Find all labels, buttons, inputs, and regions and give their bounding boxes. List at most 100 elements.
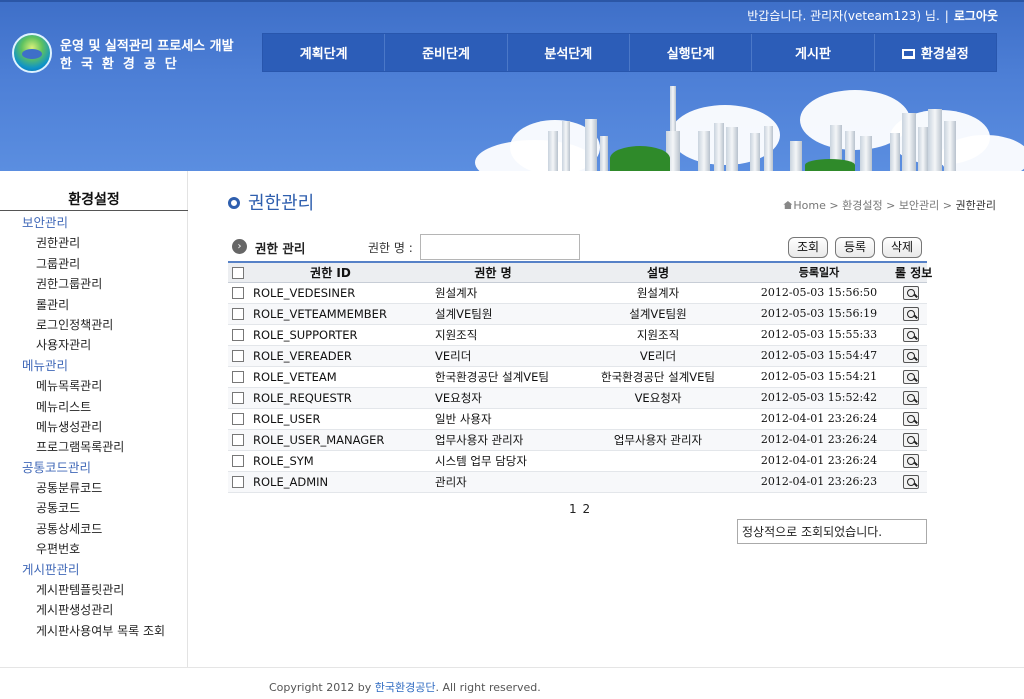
auth-name-input[interactable] <box>420 234 580 260</box>
sidebar-item-program-list[interactable]: 프로그램목록관리 <box>0 437 188 457</box>
sidebar-group-board[interactable]: 게시판관리 <box>0 560 188 580</box>
logo[interactable]: 운영 및 실적관리 프로세스 개발 한국환경공단 <box>12 31 242 79</box>
row-checkbox[interactable] <box>232 455 244 467</box>
cell-reg-date: 2012-04-01 23:26:24 <box>743 408 895 430</box>
magnifier-icon[interactable] <box>903 432 919 447</box>
breadcrumb-sep: > <box>829 199 839 212</box>
copyright: Copyright 2012 by 한국환경공단. All right rese… <box>269 679 541 695</box>
nav-analysis-label: 분석단계 <box>544 47 593 62</box>
magnifier-icon[interactable] <box>903 453 919 468</box>
role-info-cell <box>895 282 927 304</box>
sidebar-item-auth[interactable]: 권한관리 <box>0 233 188 253</box>
nav-settings-label: 환경설정 <box>920 47 969 62</box>
page-link-1[interactable]: 1 <box>569 502 577 516</box>
cell-reg-date: 2012-05-03 15:52:42 <box>743 387 895 409</box>
row-checkbox[interactable] <box>232 350 244 362</box>
role-info-cell <box>895 429 927 451</box>
breadcrumb-security[interactable]: 보안관리 <box>899 199 939 212</box>
row-checkbox[interactable] <box>232 434 244 446</box>
nav-settings[interactable]: 환경설정 <box>875 34 996 71</box>
row-checkbox[interactable] <box>232 329 244 341</box>
magnifier-icon[interactable] <box>903 285 919 300</box>
row-checkbox[interactable] <box>232 392 244 404</box>
table-row[interactable]: ROLE_VETEAMMEMBER 설계VE팀원 설계VE팀원 2012-05-03 … <box>228 303 927 325</box>
search-button[interactable]: 조회 <box>788 237 829 258</box>
role-info-cell <box>895 345 927 367</box>
magnifier-icon[interactable] <box>903 306 919 321</box>
nav-execute[interactable]: 실행단계 <box>630 34 753 71</box>
table-row[interactable]: ROLE_ADMIN 관리자 2012-04-01 23:26:23 <box>228 471 927 493</box>
sidebar-item-menu-list-manage[interactable]: 메뉴목록관리 <box>0 376 188 396</box>
select-all-checkbox-cell <box>228 261 248 283</box>
sidebar-item-board-usage[interactable]: 게시판사용여부 목록 조회 <box>0 621 188 641</box>
col-reg-date: 등록일자 <box>743 261 895 283</box>
breadcrumb-home[interactable]: Home <box>793 199 825 212</box>
magnifier-icon[interactable] <box>903 474 919 489</box>
util-separator: | <box>944 9 949 23</box>
sidebar: 환경설정 보안관리 권한관리 그룹관리 권한그룹관리 롤관리 로그인정책관리 사… <box>0 171 188 667</box>
nav-prepare[interactable]: 준비단계 <box>385 34 508 71</box>
row-checkbox[interactable] <box>232 371 244 383</box>
row-checkbox[interactable] <box>232 308 244 320</box>
sidebar-item-menu-list[interactable]: 메뉴리스트 <box>0 397 188 417</box>
table-row[interactable]: ROLE_SYM 시스템 업무 담당자 2012-04-01 23:26:24 <box>228 450 927 472</box>
sidebar-item-login-policy[interactable]: 로그인정책관리 <box>0 315 188 335</box>
row-checkbox-cell <box>228 303 248 325</box>
nav-analysis[interactable]: 분석단계 <box>508 34 630 71</box>
role-info-cell <box>895 387 927 409</box>
nav-board[interactable]: 게시판 <box>752 34 875 71</box>
sidebar-item-code-category[interactable]: 공통분류코드 <box>0 478 188 498</box>
magnifier-icon[interactable] <box>903 411 919 426</box>
cell-auth-id: ROLE_VETEAM <box>248 366 413 388</box>
sidebar-item-board-create[interactable]: 게시판생성관리 <box>0 600 188 620</box>
role-info-cell <box>895 324 927 346</box>
sidebar-item-zipcode[interactable]: 우편번호 <box>0 539 188 559</box>
row-checkbox[interactable] <box>232 413 244 425</box>
sidebar-item-group[interactable]: 그룹관리 <box>0 254 188 274</box>
sidebar-item-code[interactable]: 공통코드 <box>0 498 188 518</box>
table-row[interactable]: ROLE_VETEAM 한국환경공단 설계VE팀 한국환경공단 설계VE팀 2012-… <box>228 366 927 388</box>
table-row[interactable]: ROLE_VEREADER VE리더 VE리더 2012-05-03 15:54:47 <box>228 345 927 367</box>
magnifier-icon[interactable] <box>903 348 919 363</box>
cell-reg-date: 2012-05-03 15:54:47 <box>743 345 895 367</box>
cell-auth-name: VE요청자 <box>413 387 573 409</box>
sidebar-item-board-template[interactable]: 게시판템플릿관리 <box>0 580 188 600</box>
table-row[interactable]: ROLE_REQUESTR VE요청자 VE요청자 2012-05-03 15:52:… <box>228 387 927 409</box>
row-checkbox[interactable] <box>232 287 244 299</box>
sidebar-item-auth-group[interactable]: 권한그룹관리 <box>0 274 188 294</box>
table-row[interactable]: ROLE_SUPPORTER 지원조직 지원조직 2012-05-03 15:55:3… <box>228 324 927 346</box>
cell-auth-name: 시스템 업무 담당자 <box>413 450 573 472</box>
breadcrumb-settings[interactable]: 환경설정 <box>842 199 882 212</box>
nav-plan[interactable]: 계획단계 <box>263 34 386 71</box>
row-checkbox-cell <box>228 324 248 346</box>
magnifier-icon[interactable] <box>903 390 919 405</box>
cell-reg-date: 2012-05-03 15:55:33 <box>743 324 895 346</box>
magnifier-icon[interactable] <box>903 369 919 384</box>
sidebar-group-security[interactable]: 보안관리 <box>0 213 188 233</box>
sidebar-item-role[interactable]: 롤관리 <box>0 295 188 315</box>
cell-auth-name: VE리더 <box>413 345 573 367</box>
breadcrumb-sep: > <box>942 199 953 212</box>
table-body: ROLE_VEDESINER 원설계자 원설계자 2012-05-03 15:56:5… <box>228 282 927 493</box>
page-link-2[interactable]: 2 <box>582 502 590 516</box>
table-row[interactable]: ROLE_USER_MANAGER 업무사용자 관리자 업무사용자 관리자 2012-… <box>228 429 927 451</box>
nav-plan-label: 계획단계 <box>299 47 348 62</box>
sidebar-item-code-detail[interactable]: 공통상세코드 <box>0 519 188 539</box>
delete-button[interactable]: 삭제 <box>882 237 923 258</box>
row-checkbox[interactable] <box>232 476 244 488</box>
sidebar-group-menu[interactable]: 메뉴관리 <box>0 356 188 376</box>
user-util-bar: 반갑습니다. 관리자(veteam123) 님. | 로그아웃 <box>747 7 998 24</box>
register-button[interactable]: 등록 <box>835 237 876 258</box>
table-row[interactable]: ROLE_USER 일반 사용자 2012-04-01 23:26:24 <box>228 408 927 430</box>
logout-link[interactable]: 로그아웃 <box>954 9 998 23</box>
cell-auth-name: 한국환경공단 설계VE팀 <box>413 366 573 388</box>
sidebar-item-users[interactable]: 사용자관리 <box>0 335 188 355</box>
footer: Copyright 2012 by 한국환경공단. All right rese… <box>0 667 1024 699</box>
table-row[interactable]: ROLE_VEDESINER 원설계자 원설계자 2012-05-03 15:56:5… <box>228 282 927 304</box>
sidebar-group-common-code[interactable]: 공통코드관리 <box>0 458 188 478</box>
nav-board-label: 게시판 <box>795 47 831 62</box>
select-all-checkbox[interactable] <box>232 266 244 279</box>
sidebar-item-menu-create[interactable]: 메뉴생성관리 <box>0 417 188 437</box>
logo-org-name: 한국환경공단 <box>60 57 186 72</box>
magnifier-icon[interactable] <box>903 327 919 342</box>
